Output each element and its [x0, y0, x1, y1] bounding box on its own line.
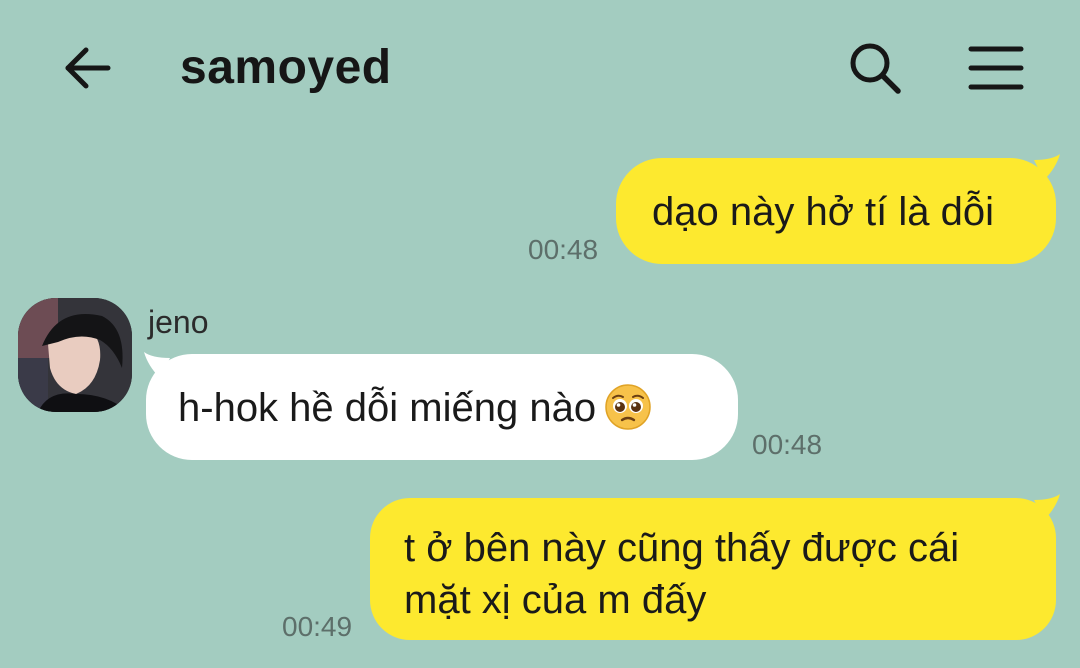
- message-timestamp: 00:49: [282, 611, 353, 642]
- avatar[interactable]: [18, 298, 132, 412]
- hamburger-menu-icon: [968, 46, 1024, 90]
- chat-header: samoyed: [0, 0, 1080, 136]
- search-button[interactable]: [840, 36, 910, 100]
- arrow-left-icon: [65, 47, 111, 89]
- message-text-line: mặt xị của m đấy: [404, 578, 707, 622]
- menu-button[interactable]: [960, 36, 1032, 100]
- chat-screen: samoyed 00:48 dạo này hở tí là dỗi jeno …: [0, 0, 1080, 668]
- bubble-tail: [1034, 494, 1060, 520]
- pleading-face-emoji: [605, 384, 651, 431]
- chat-title: samoyed: [180, 41, 392, 94]
- search-icon: [850, 43, 901, 94]
- message-text-line: t ở bên này cũng thấy được cái: [404, 526, 960, 570]
- message-bubble[interactable]: t ở bên này cũng thấy được cái mặt xị củ…: [370, 498, 1056, 640]
- message-timestamp: 00:48: [528, 234, 599, 265]
- message-bubble[interactable]: h-hok hề dỗi miếng nào: [146, 354, 738, 460]
- message-text: h-hok hề dỗi miếng nào: [178, 386, 597, 430]
- message-timestamp: 00:48: [752, 429, 823, 460]
- avatar-photo: [18, 298, 132, 412]
- bubble-tail: [1034, 154, 1060, 180]
- message-bubble[interactable]: dạo này hở tí là dỗi: [616, 158, 1056, 264]
- back-button[interactable]: [52, 36, 122, 100]
- message-text: dạo này hở tí là dỗi: [652, 190, 995, 234]
- sender-name: jeno: [148, 304, 209, 340]
